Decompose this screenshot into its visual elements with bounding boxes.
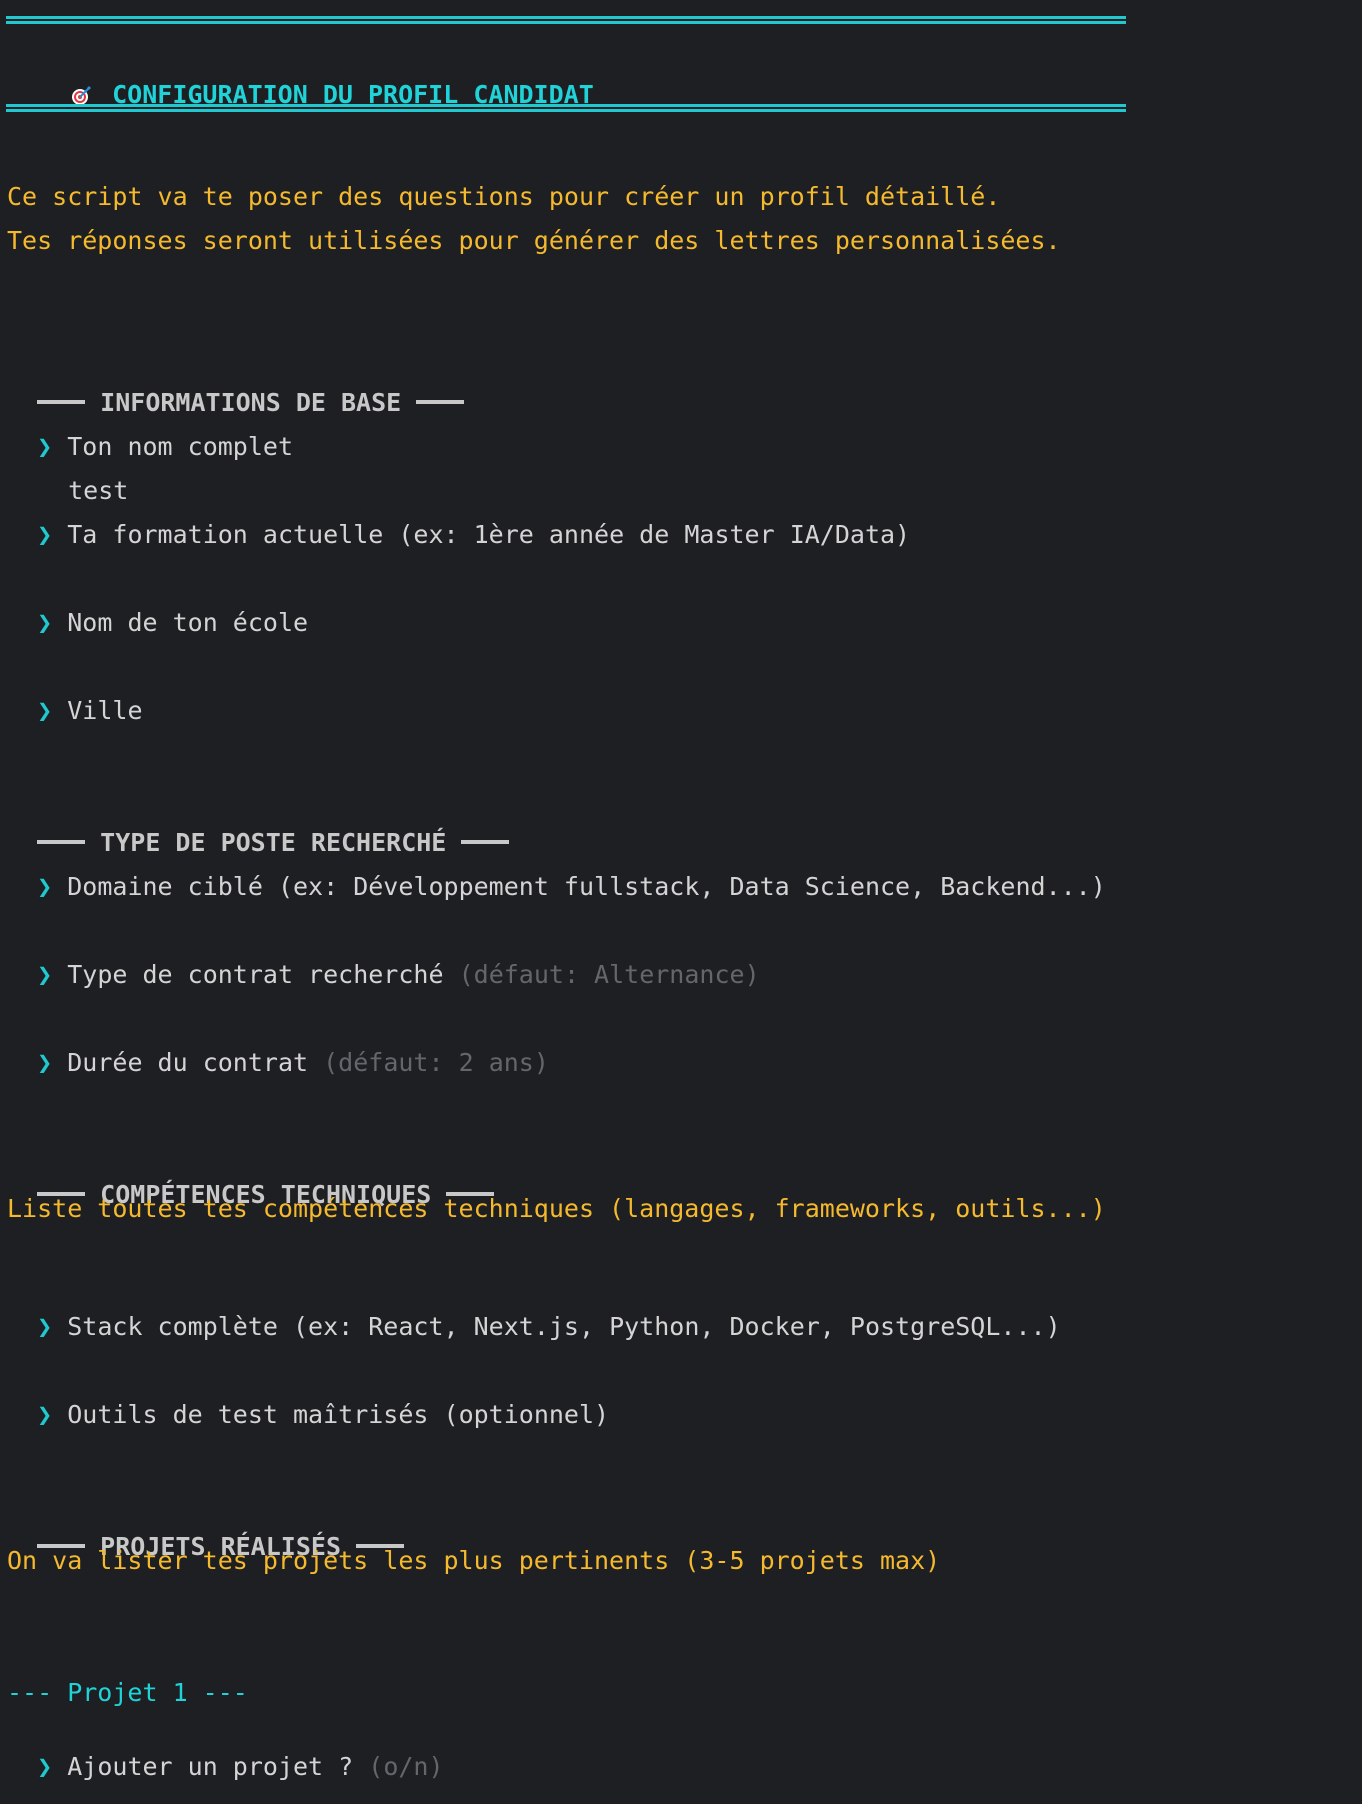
intro-line-2: Tes réponses seront utilisées pour génér… <box>7 226 1061 255</box>
prompt-nom[interactable]: ❯ Ton nom complet <box>7 402 293 461</box>
header-title-line: CONFIGURATION DU PROFIL CANDIDAT <box>36 50 594 109</box>
prompt-chevron-icon: ❯ <box>37 1048 53 1077</box>
prompt-formation-label: Ta formation actuelle (ex: 1ère année de… <box>67 520 911 549</box>
prompt-chevron-icon: ❯ <box>37 1400 53 1429</box>
prompt-chevron-icon: ❯ <box>37 872 53 901</box>
section-heading-poste: TYPE DE POSTE RECHERCHÉ <box>7 798 510 857</box>
prompt-duree-default: (défaut: 2 ans) <box>323 1048 549 1077</box>
prompt-chevron-icon: ❯ <box>37 960 53 989</box>
header-bottom-rule <box>6 104 1126 112</box>
intro-line-1: Ce script va te poser des questions pour… <box>7 182 1001 211</box>
prompt-domaine-label: Domaine ciblé (ex: Développement fullsta… <box>67 872 1106 901</box>
projets-hint: On va lister tes projets les plus pertin… <box>7 1546 941 1575</box>
section-heading-competences: COMPÉTENCES TECHNIQUES <box>7 1150 495 1209</box>
prompt-contrat[interactable]: ❯ Type de contrat recherché (défaut: Alt… <box>7 930 760 989</box>
answer-nom: test <box>38 446 128 505</box>
prompt-chevron-icon: ❯ <box>37 608 53 637</box>
prompt-ecole[interactable]: ❯ Nom de ton école <box>7 578 308 637</box>
prompt-tests-label: Outils de test maîtrisés (optionnel) <box>67 1400 610 1429</box>
prompt-ajouter-label: Ajouter un projet ? <box>67 1752 354 1781</box>
prompt-chevron-icon: ❯ <box>37 1312 53 1341</box>
dash-right <box>416 400 465 404</box>
prompt-stack[interactable]: ❯ Stack complète (ex: React, Next.js, Py… <box>7 1282 1061 1341</box>
prompt-contrat-label: Type de contrat recherché <box>67 960 444 989</box>
prompt-stack-label: Stack complète (ex: React, Next.js, Pyth… <box>67 1312 1061 1341</box>
section-heading-base: INFORMATIONS DE BASE <box>7 358 465 417</box>
prompt-ville[interactable]: ❯ Ville <box>7 666 142 725</box>
prompt-chevron-icon: ❯ <box>37 696 53 725</box>
prompt-chevron-icon: ❯ <box>37 1752 53 1781</box>
projet-subheading: --- Projet 1 --- <box>7 1678 248 1707</box>
section-heading-projets: PROJETS RÉALISÉS <box>7 1502 405 1561</box>
prompt-chevron-icon: ❯ <box>37 520 53 549</box>
prompt-contrat-default: (défaut: Alternance) <box>458 960 760 989</box>
header-top-rule <box>6 16 1126 24</box>
prompt-ecole-label: Nom de ton école <box>67 608 309 637</box>
prompt-duree[interactable]: ❯ Durée du contrat (défaut: 2 ans) <box>7 1018 549 1077</box>
prompt-ville-label: Ville <box>67 696 143 725</box>
competences-hint: Liste toutes tes compétences techniques … <box>7 1194 1106 1223</box>
prompt-duree-label: Durée du contrat <box>67 1048 309 1077</box>
prompt-domaine[interactable]: ❯ Domaine ciblé (ex: Développement fulls… <box>7 842 1106 901</box>
prompt-formation[interactable]: ❯ Ta formation actuelle (ex: 1ère année … <box>7 490 910 549</box>
prompt-ajouter-projet[interactable]: ❯ Ajouter un projet ? (o/n) <box>7 1722 443 1781</box>
prompt-tests[interactable]: ❯ Outils de test maîtrisés (optionnel) <box>7 1370 609 1429</box>
prompt-ajouter-default: (o/n) <box>368 1752 444 1781</box>
